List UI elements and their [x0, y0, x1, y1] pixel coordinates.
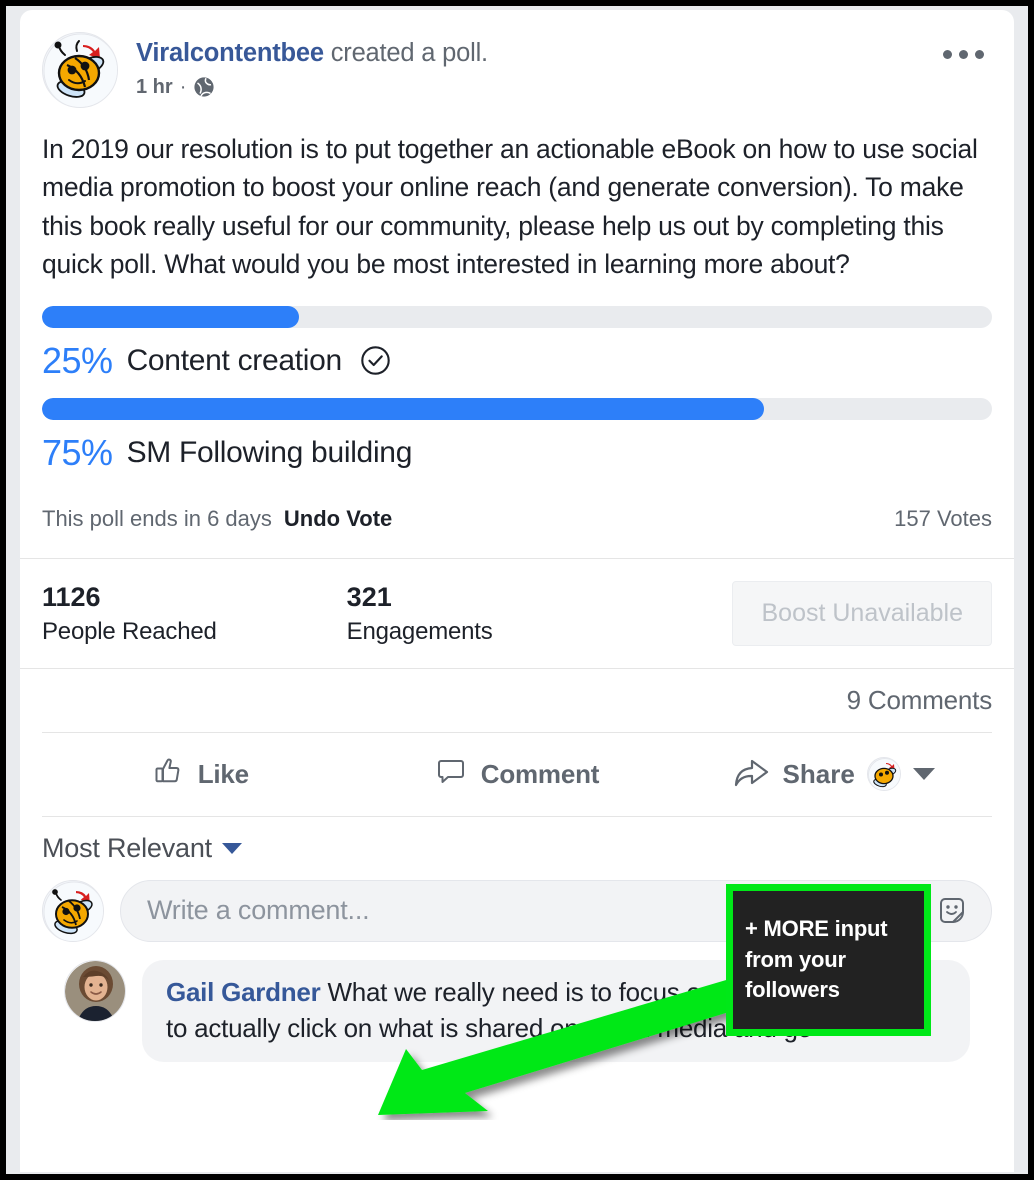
post-body-text: In 2019 our resolution is to put togethe… — [42, 134, 978, 280]
annotation-callout-box: + MORE input from your followers — [726, 884, 931, 1036]
poll-option-label-row: 25% Content creation — [42, 340, 992, 382]
poll-bar-fill — [42, 305, 299, 328]
post-byline: Viralcontentbee created a poll. — [136, 38, 488, 69]
share-label: Share — [782, 758, 855, 789]
globe-icon[interactable] — [193, 76, 215, 98]
post-header: Viralcontentbee created a poll. 1 hr · — [20, 10, 1014, 108]
post-header-text: Viralcontentbee created a poll. 1 hr · — [136, 32, 488, 99]
screenshot-frame: Viralcontentbee created a poll. 1 hr · I… — [0, 0, 1034, 1180]
post-action-text: created a poll. — [323, 39, 488, 67]
bee-logo-icon — [867, 758, 900, 791]
bee-logo-icon — [43, 33, 117, 107]
post-action-bar: Like Comment Share — [20, 733, 1014, 816]
comments-count-row: 9 Comments — [20, 669, 1014, 732]
chevron-down-icon — [221, 842, 242, 854]
sticker-icon[interactable] — [935, 894, 969, 928]
comment-input-placeholder: Write a comment... — [147, 895, 370, 926]
bee-logo-icon — [43, 881, 103, 941]
engagements-value: 321 — [346, 581, 392, 612]
poll-footer-left: This poll ends in 6 days Undo Vote — [42, 506, 392, 532]
comments-count-label[interactable]: 9 Comments — [847, 685, 993, 716]
comment-sort-label: Most Relevant — [42, 832, 212, 863]
people-reached-value: 1126 — [42, 581, 101, 612]
poll-ends-text: This poll ends in 6 days — [42, 505, 272, 531]
poll-option-label-row: 75% SM Following building — [42, 432, 992, 474]
poll-option[interactable]: 75% SM Following building — [42, 397, 992, 474]
stat-engagements[interactable]: 321 Engagements — [347, 581, 493, 646]
voted-check-icon — [360, 345, 391, 376]
poll-bar-track — [42, 305, 992, 328]
poll-option-name: Content creation — [126, 343, 343, 377]
poll-option-percent: 25% — [42, 339, 113, 381]
ellipsis-dot — [943, 50, 952, 59]
comment-bubble-icon — [435, 755, 467, 794]
poll-footer: This poll ends in 6 days Undo Vote 157 V… — [20, 490, 1014, 532]
comment-sort-dropdown[interactable]: Most Relevant — [42, 833, 992, 864]
meta-separator: · — [179, 75, 187, 98]
avatar-share-as-page[interactable] — [866, 757, 901, 792]
comment-label: Comment — [480, 758, 600, 789]
share-arrow-icon — [733, 755, 771, 794]
poll-bar-track — [42, 397, 992, 420]
share-options-caret-icon[interactable] — [912, 768, 935, 781]
ellipsis-dot — [975, 50, 984, 59]
poll-bar-fill — [42, 397, 764, 420]
like-label: Like — [197, 758, 249, 789]
poll-option-percent: 75% — [42, 431, 113, 473]
like-button[interactable]: Like — [42, 749, 359, 800]
avatar-composer[interactable] — [42, 879, 104, 942]
avatar-gail-gardner[interactable] — [64, 959, 126, 1022]
post-meta: 1 hr · — [136, 76, 488, 99]
ellipsis-dot — [959, 50, 968, 59]
page-name-link[interactable]: Viralcontentbee — [136, 39, 324, 67]
share-button-group[interactable]: Share — [675, 755, 992, 794]
commenter-name-link[interactable]: Gail Gardner — [166, 977, 321, 1007]
undo-vote-button[interactable]: Undo Vote — [284, 506, 392, 532]
avatar-page-viralcontentbee[interactable] — [42, 32, 118, 108]
people-reached-label: People Reached — [42, 617, 217, 645]
thumbs-up-icon — [152, 755, 184, 794]
stat-people-reached[interactable]: 1126 People Reached — [42, 581, 217, 646]
post-options-menu-button[interactable] — [937, 44, 990, 65]
post-insights-row: 1126 People Reached 321 Engagements Boos… — [20, 559, 1014, 668]
user-photo-icon — [65, 960, 125, 1021]
engagements-label: Engagements — [346, 617, 493, 645]
comment-button[interactable]: Comment — [359, 749, 676, 800]
poll-option[interactable]: 25% Content creation — [42, 305, 992, 382]
post-timestamp[interactable]: 1 hr — [136, 76, 173, 99]
poll-option-name: SM Following building — [126, 435, 413, 469]
boost-unavailable-button: Boost Unavailable — [732, 580, 992, 646]
poll-votes-count: 157 Votes — [894, 505, 992, 531]
annotation-text: + MORE input from your followers — [745, 916, 888, 1003]
poll-container: 25% Content creation 75% SM Following bu… — [20, 284, 1014, 474]
